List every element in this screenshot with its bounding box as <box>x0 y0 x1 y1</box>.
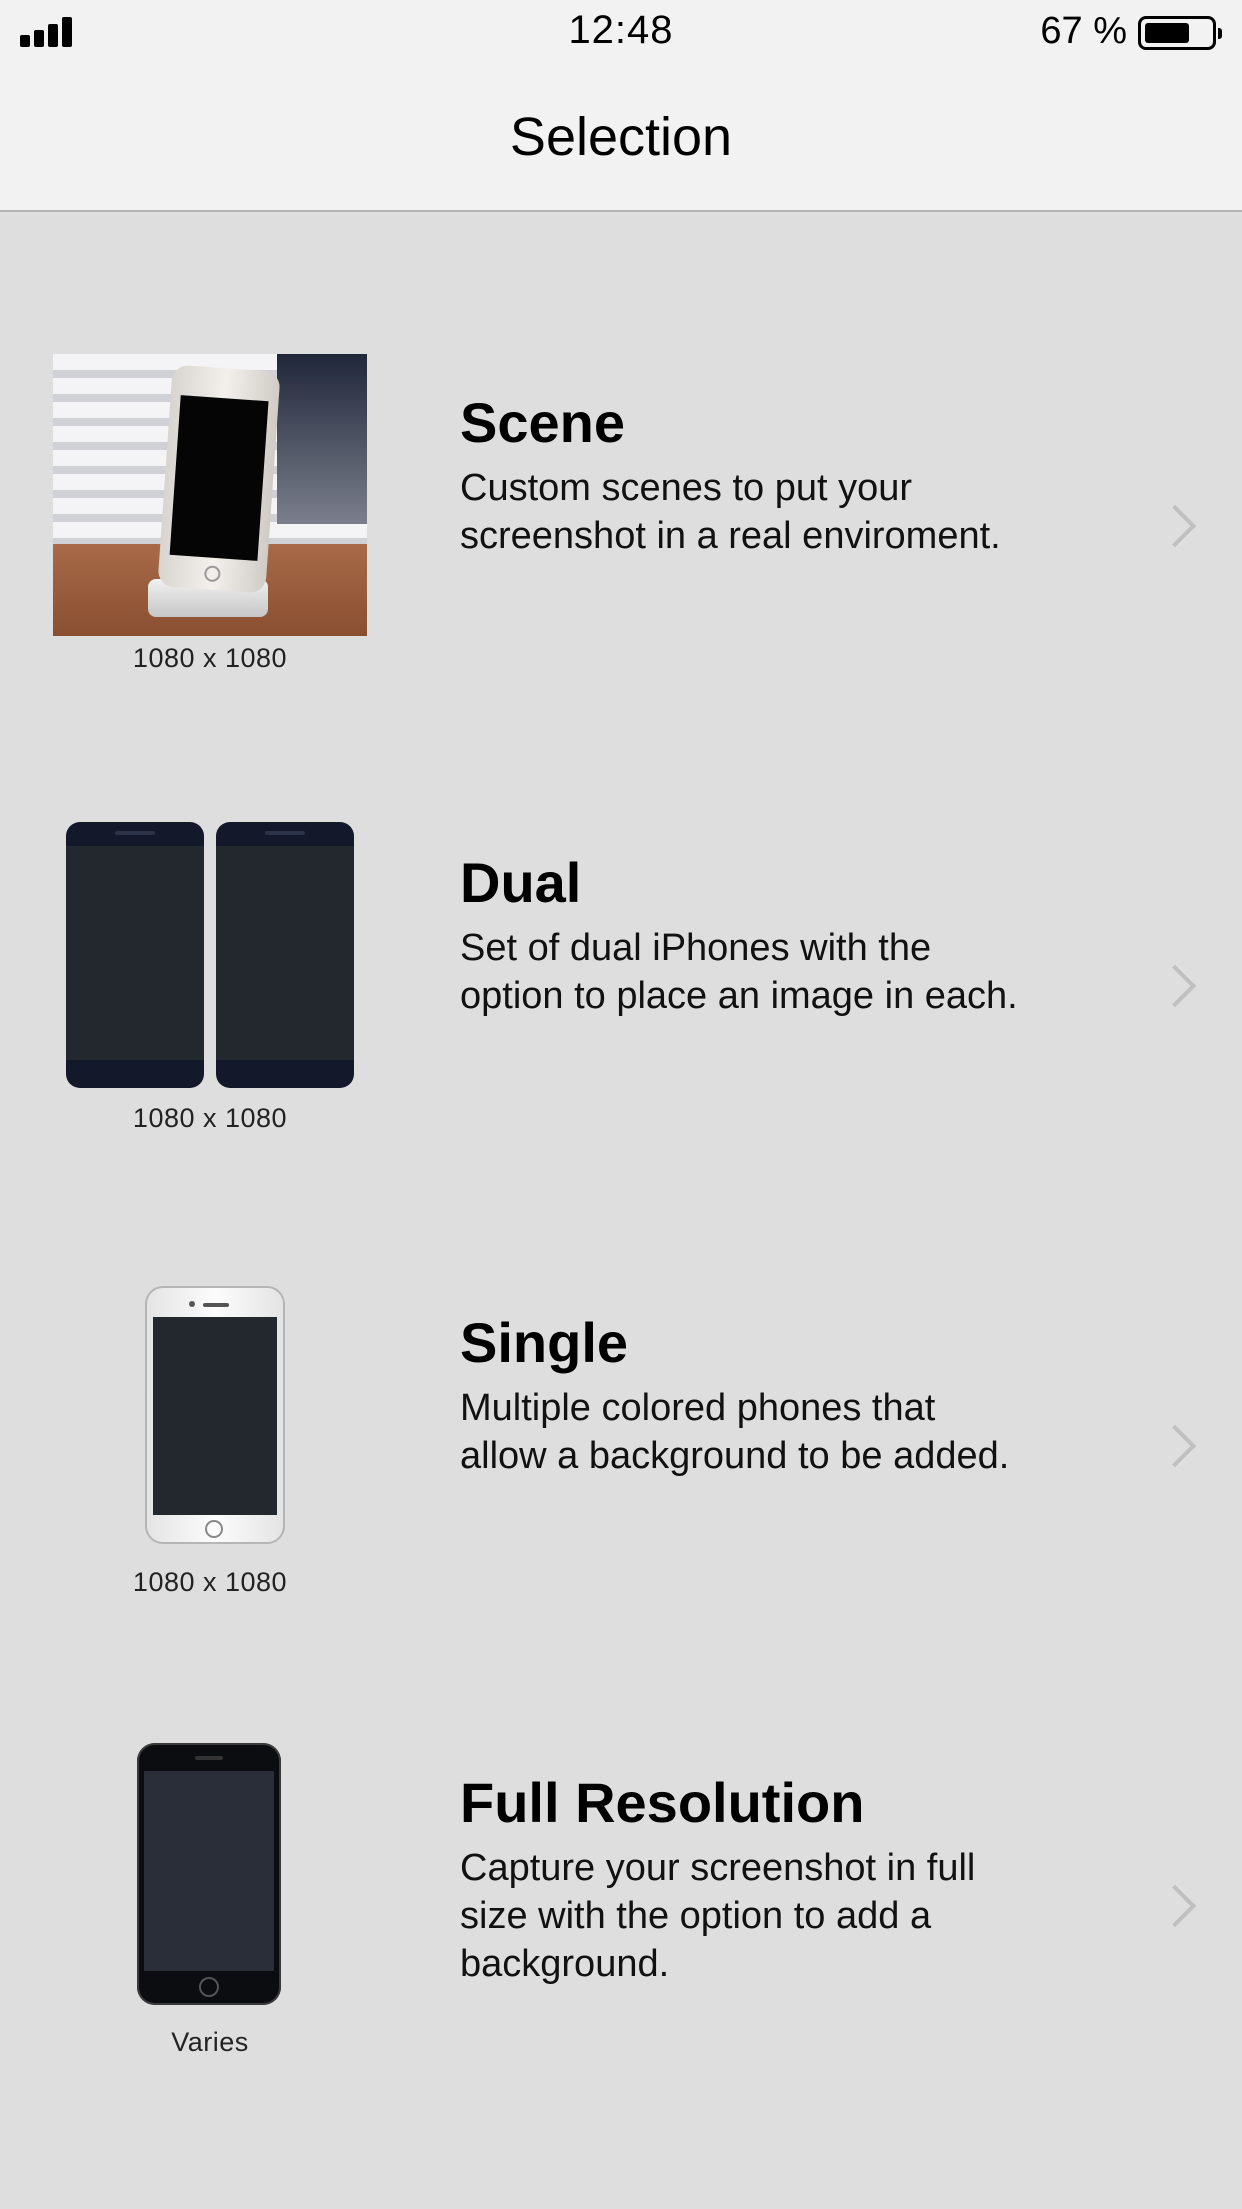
option-description: Custom scenes to put your screenshot in … <box>460 467 1001 557</box>
thumbnail-caption: 1080 x 1080 <box>132 1103 288 1133</box>
option-title: Scene <box>460 391 625 454</box>
page-title: Selection <box>509 107 733 167</box>
dual-phone-left-thumbnail <box>66 822 204 1088</box>
battery-icon <box>1138 16 1222 50</box>
scene-thumbnail <box>53 354 367 636</box>
single-phone-thumbnail <box>145 1286 285 1544</box>
option-title: Single <box>460 1311 629 1374</box>
option-description: Set of dual iPhones with the option to p… <box>460 927 1018 1017</box>
thumbnail-caption: 1080 x 1080 <box>132 643 288 673</box>
full-resolution-phone-thumbnail <box>137 1743 281 2005</box>
navigation-bar: Selection <box>0 66 1242 212</box>
status-bar: 12:48 67 % <box>0 0 1242 66</box>
option-description: Multiple colored phones that allow a bac… <box>460 1387 1010 1477</box>
battery-percentage: 67 % <box>1040 10 1127 52</box>
option-title: Full Resolution <box>460 1771 865 1834</box>
thumbnail-caption: 1080 x 1080 <box>132 1567 288 1597</box>
thumbnail-caption: Varies <box>171 2027 249 2057</box>
option-title: Dual <box>460 851 582 914</box>
dual-phone-right-thumbnail <box>216 822 354 1088</box>
option-description: Capture your screenshot in full size wit… <box>460 1847 976 1985</box>
